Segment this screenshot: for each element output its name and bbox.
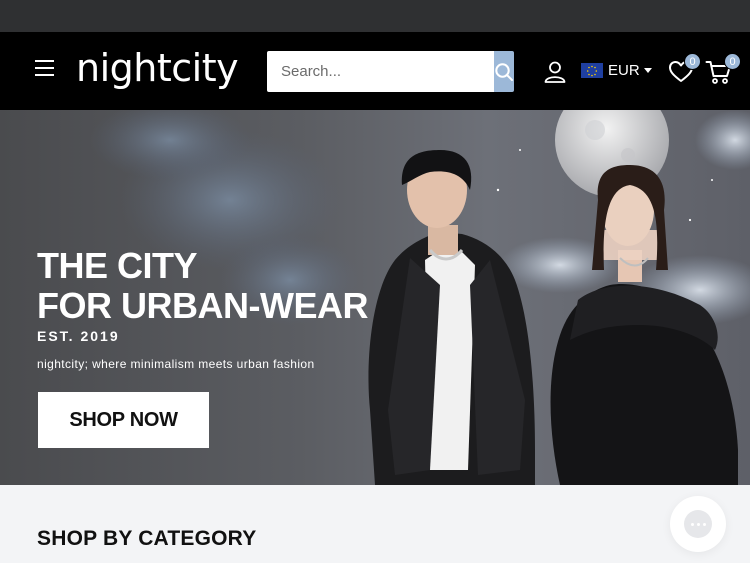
cart-count-badge: 0 [724, 53, 741, 70]
search-input[interactable] [267, 51, 494, 92]
announcement-bar [0, 0, 750, 32]
category-section-title: SHOP BY CATEGORY [37, 527, 257, 550]
hero-established: EST. 2019 [37, 328, 120, 344]
chat-icon [684, 510, 712, 538]
account-icon [544, 61, 566, 83]
hero-title-line1: THE CITY [37, 245, 198, 286]
cart-button[interactable]: 0 [705, 53, 741, 86]
wishlist-count-badge: 0 [684, 53, 701, 70]
search-bar [267, 51, 514, 92]
hero-title-line2: FOR URBAN-WEAR [37, 285, 368, 326]
chevron-down-icon [643, 68, 652, 73]
hero-subtitle: nightcity; where minimalism meets urban … [37, 357, 315, 371]
hero-banner: THE CITY FOR URBAN-WEAR EST. 2019 nightc… [0, 110, 750, 485]
eu-flag-icon [581, 63, 603, 78]
search-button[interactable] [494, 51, 514, 92]
currency-label: EUR [608, 62, 640, 79]
currency-selector[interactable]: EUR [581, 62, 652, 79]
account-button[interactable] [543, 60, 567, 84]
site-header: nightcity EUR [0, 32, 750, 110]
site-logo[interactable]: nightcity [76, 46, 239, 90]
hero-title: THE CITY FOR URBAN-WEAR [37, 246, 368, 326]
wishlist-button[interactable]: 0 [668, 53, 701, 85]
search-icon [495, 62, 513, 81]
chat-widget-button[interactable] [670, 496, 726, 552]
menu-icon[interactable] [35, 60, 59, 82]
shop-now-button[interactable]: SHOP NOW [38, 392, 209, 448]
